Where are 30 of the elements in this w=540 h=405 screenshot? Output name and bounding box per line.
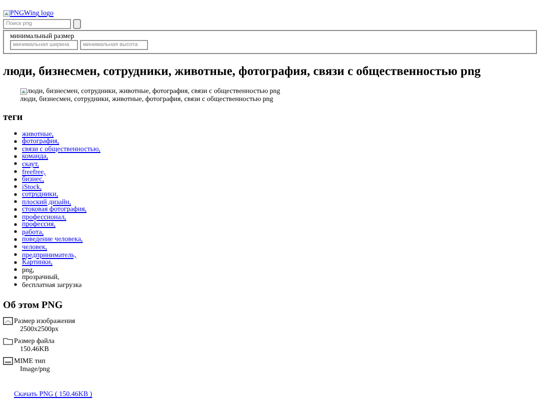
about-heading: Об этом PNG xyxy=(3,300,64,312)
bullet-icon xyxy=(14,147,17,150)
bullet-icon xyxy=(14,215,17,218)
tags-heading: теги xyxy=(3,112,24,124)
bullet-icon xyxy=(14,162,17,166)
bullet-icon xyxy=(14,154,17,158)
broken-image-icon xyxy=(20,88,27,94)
bullet-icon xyxy=(14,230,17,234)
broken-image-icon xyxy=(3,10,10,16)
bullet-icon xyxy=(14,192,17,196)
bullet-icon xyxy=(14,245,17,248)
bullet-icon xyxy=(14,268,17,272)
bullet-icon xyxy=(14,276,17,279)
bullet-icon xyxy=(14,222,17,226)
bullet-icon xyxy=(14,132,17,136)
file-type-icon xyxy=(3,357,13,366)
bullet-icon xyxy=(14,200,17,204)
bullet-icon xyxy=(14,260,17,264)
bullet-icon xyxy=(14,238,17,241)
bullet-icon xyxy=(14,208,17,211)
bullet-icon xyxy=(14,185,17,188)
bullet-icon xyxy=(14,140,17,143)
bullet-icon xyxy=(14,253,17,256)
bullet-icon xyxy=(14,170,17,173)
bullet-icon xyxy=(14,283,17,286)
folder-icon xyxy=(3,337,13,346)
bullet-icon xyxy=(14,178,17,181)
image-icon xyxy=(3,317,13,326)
page-title: люди, бизнесмен, сотрудники, животные, фотография, связи с общественностью png xyxy=(3,64,482,79)
search-button[interactable] xyxy=(73,19,81,29)
